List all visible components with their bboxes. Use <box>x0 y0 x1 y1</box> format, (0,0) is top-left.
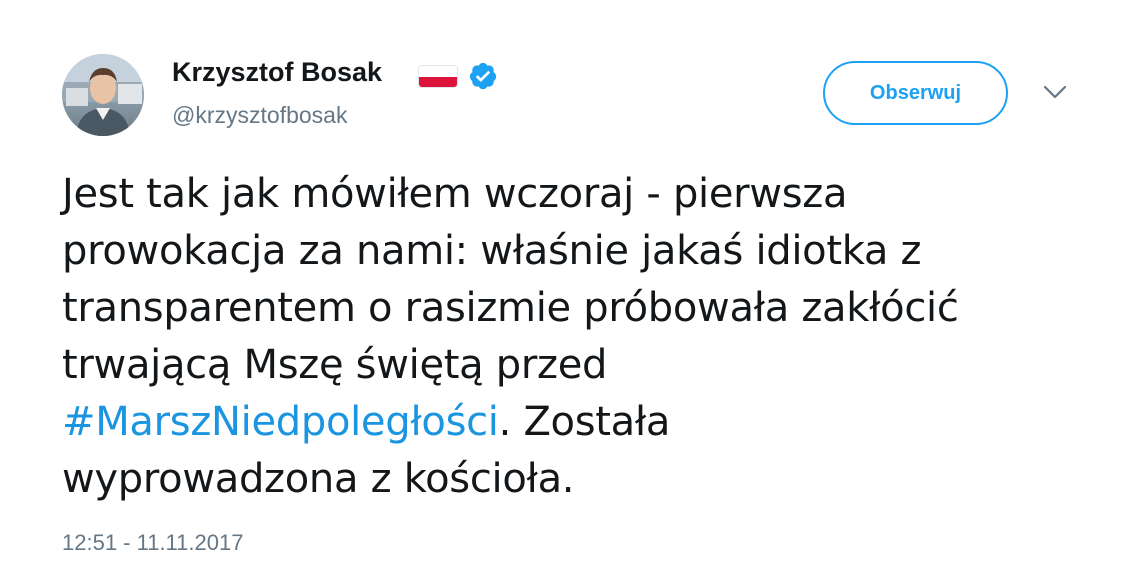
verified-badge-icon <box>469 62 497 90</box>
tweet-line: Jest tak jak mówiłem wczoraj - pierwsza <box>62 171 848 217</box>
chevron-down-icon[interactable] <box>1041 81 1069 103</box>
avatar[interactable] <box>62 54 144 136</box>
tweet-line: prowokacja za nami: właśnie jakaś idiotk… <box>62 228 922 274</box>
tweet-card: Krzysztof Bosak @krzysztofbosak Obserwuj… <box>0 0 1134 572</box>
follow-button[interactable]: Obserwuj <box>823 61 1008 125</box>
tweet-timestamp[interactable]: 12:51 - 11.11.2017 <box>62 530 243 556</box>
tweet-line: #MarszNiedpoległości. Została <box>62 394 1102 451</box>
display-name[interactable]: Krzysztof Bosak <box>172 57 382 88</box>
tweet-text: Jest tak jak mówiłem wczoraj - pierwsza … <box>62 166 1102 508</box>
tweet-line: transparentem o rasizmie próbowała zakłó… <box>62 285 959 331</box>
user-handle[interactable]: @krzysztofbosak <box>172 102 347 129</box>
tweet-line: wyprowadzona z kościoła. <box>62 456 575 502</box>
tweet-line: trwającą Mszę świętą przed <box>62 342 608 388</box>
tweet-line-tail: . Została <box>498 399 671 445</box>
poland-flag-icon <box>418 65 458 88</box>
avatar-image <box>62 54 144 136</box>
hashtag-link[interactable]: #MarszNiedpoległości <box>62 399 499 445</box>
